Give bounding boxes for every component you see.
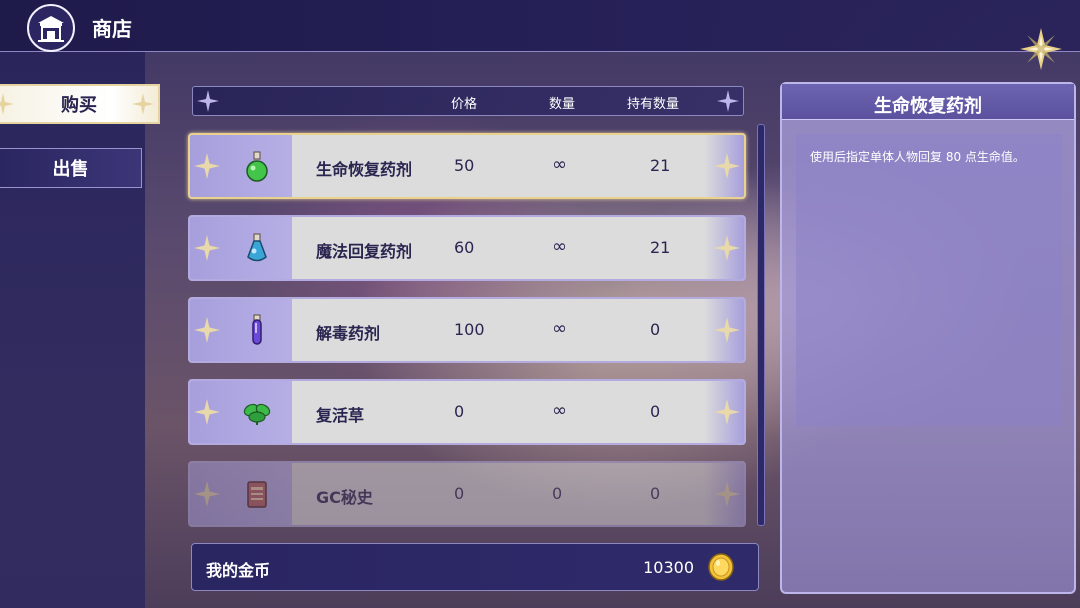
star-icon — [194, 481, 220, 507]
item-price: 0 — [454, 484, 465, 503]
detail-description-box: 使用后指定单体人物回复 80 点生命值。 — [796, 134, 1062, 426]
gold-amount: 10300 — [643, 558, 694, 577]
item-detail-panel: 生命恢复药剂 使用后指定单体人物回复 80 点生命值。 — [780, 82, 1076, 594]
star-ornament-icon — [1018, 26, 1064, 72]
table-row[interactable]: 解毒药剂 100 ∞ 0 — [188, 297, 746, 363]
detail-description: 使用后指定单体人物回复 80 点生命值。 — [810, 150, 1025, 164]
item-owned: 0 — [650, 402, 661, 421]
star-icon — [197, 90, 219, 112]
green-potion-icon — [246, 151, 268, 182]
tab-buy[interactable]: 购买 — [0, 84, 160, 124]
star-icon — [714, 399, 740, 425]
herb-icon — [243, 403, 271, 425]
gold-label: 我的金币 — [206, 561, 271, 580]
star-icon — [194, 317, 220, 343]
detail-title-bar: 生命恢复药剂 — [782, 84, 1074, 120]
column-owned: 持有数量 — [627, 97, 680, 112]
tab-sell[interactable]: 出售 — [0, 148, 142, 188]
star-icon — [194, 153, 220, 179]
item-name: 复活草 — [316, 406, 365, 425]
item-quantity: ∞ — [552, 400, 567, 421]
star-icon — [194, 399, 220, 425]
detail-title: 生命恢复药剂 — [874, 96, 982, 117]
item-owned: 21 — [650, 156, 671, 175]
table-row: GC秘史 0 0 0 — [188, 461, 746, 527]
table-row[interactable]: 魔法回复药剂 60 ∞ 21 — [188, 215, 746, 281]
gold-balance-bar: 我的金币 10300 — [191, 543, 759, 591]
item-name: GC秘史 — [316, 488, 373, 507]
tab-sell-label: 出售 — [52, 159, 89, 180]
column-quantity: 数量 — [549, 97, 576, 112]
book-icon — [247, 481, 267, 508]
scrollbar-thumb[interactable] — [757, 124, 765, 526]
star-icon — [194, 235, 220, 261]
top-bar: 商店 — [0, 0, 1080, 52]
item-name: 生命恢复药剂 — [316, 160, 413, 179]
column-price: 价格 — [451, 97, 478, 112]
star-icon — [717, 90, 739, 112]
table-header: 价格 数量 持有数量 — [192, 86, 744, 116]
sidebar — [0, 52, 145, 608]
purple-vial-icon — [252, 314, 262, 345]
star-icon — [714, 481, 740, 507]
table-row[interactable]: 生命恢复药剂 50 ∞ 21 — [188, 133, 746, 199]
item-name: 魔法回复药剂 — [316, 242, 413, 261]
tab-buy-label: 购买 — [61, 95, 97, 116]
star-icon — [714, 317, 740, 343]
page-title: 商店 — [92, 17, 132, 41]
item-quantity: 0 — [552, 484, 563, 503]
item-price: 0 — [454, 402, 465, 421]
star-icon — [132, 93, 154, 115]
blue-potion-icon — [247, 233, 267, 262]
item-quantity: ∞ — [552, 154, 567, 175]
item-price: 50 — [454, 156, 475, 175]
star-icon — [714, 153, 740, 179]
item-owned: 0 — [650, 320, 661, 339]
star-icon — [714, 235, 740, 261]
item-owned: 21 — [650, 238, 671, 257]
star-icon — [0, 93, 14, 115]
item-price: 60 — [454, 238, 475, 257]
item-price: 100 — [454, 320, 485, 339]
item-owned: 0 — [650, 484, 661, 503]
item-name: 解毒药剂 — [316, 324, 381, 343]
item-quantity: ∞ — [552, 318, 567, 339]
table-row[interactable]: 复活草 0 ∞ 0 — [188, 379, 746, 445]
gold-coin-icon — [708, 553, 734, 581]
item-quantity: ∞ — [552, 236, 567, 257]
shop-icon — [27, 4, 75, 52]
